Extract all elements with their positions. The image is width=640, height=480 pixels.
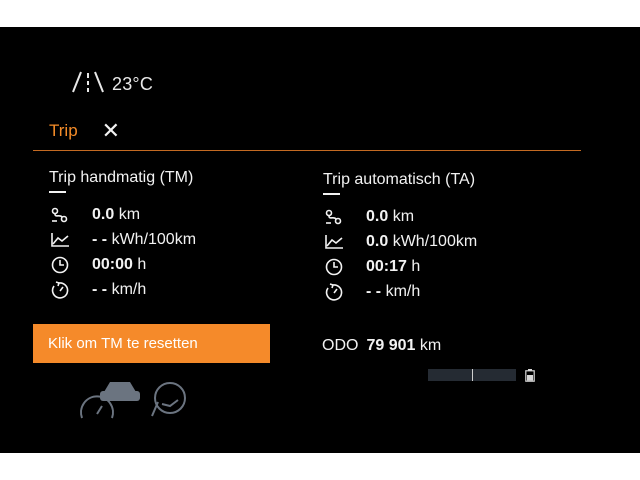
trip-auto-distance-unit: km — [392, 207, 415, 225]
odometer-unit: km — [419, 337, 442, 354]
trip-auto-consumption-unit: kWh/100km — [392, 232, 478, 250]
trip-manual-distance-row: 0.0 km — [49, 202, 196, 227]
trip-manual-time-value: 00:00 — [92, 255, 133, 273]
title-underline — [49, 191, 66, 193]
clock-icon — [49, 256, 71, 274]
distance-icon — [49, 206, 71, 224]
odometer: ODO 79 901 km — [322, 337, 441, 355]
trip-auto-speed-unit: km/h — [385, 282, 421, 300]
trip-manual-consumption-row: - - kWh/100km — [49, 227, 196, 252]
trip-manual-title: Trip handmatig (TM) — [49, 169, 194, 186]
trip-manual-consumption-unit: kWh/100km — [111, 230, 197, 248]
odometer-label: ODO — [322, 337, 359, 354]
reset-trip-manual-button[interactable]: Klik om TM te resetten — [33, 324, 270, 363]
trip-manual-distance-value: 0.0 — [92, 205, 115, 223]
consumption-graph-icon — [49, 231, 71, 249]
trip-auto-time-value: 00:17 — [366, 257, 407, 275]
trip-auto-consumption-row: 0.0 kWh/100km — [323, 229, 477, 254]
trip-auto-speed-row: - - km/h — [323, 279, 477, 304]
driver-assist-icon — [151, 382, 186, 417]
distance-icon — [323, 208, 345, 226]
odometer-value: 79 901 — [366, 337, 416, 354]
bottom-icons — [78, 376, 198, 431]
trip-manual-time-row: 00:00 h — [49, 252, 196, 277]
trip-manual-speed-value: - - — [92, 280, 108, 298]
trip-manual-time-unit: h — [137, 255, 147, 273]
trip-auto-time-unit: h — [411, 257, 421, 275]
header-divider — [33, 150, 581, 151]
clock-icon — [323, 258, 345, 276]
trip-auto-distance-value: 0.0 — [366, 207, 389, 225]
trip-auto-time-row: 00:17 h — [323, 254, 477, 279]
road-icon — [72, 70, 104, 99]
trip-auto-speed-value: - - — [366, 282, 382, 300]
status-bar: 23°C — [72, 70, 153, 99]
panel-title: Trip — [49, 121, 78, 140]
consumption-graph-icon — [323, 233, 345, 251]
trip-auto-distance-row: 0.0 km — [323, 204, 477, 229]
trip-auto-title: Trip automatisch (TA) — [323, 171, 476, 188]
power-gauge — [428, 369, 516, 381]
display-screen: 23°C Trip ✕ Trip handmatig (TM) 0.0 km -… — [0, 27, 640, 453]
battery-icon — [525, 369, 535, 387]
trip-auto-consumption-value: 0.0 — [366, 232, 389, 250]
trip-manual-distance-unit: km — [118, 205, 141, 223]
title-underline — [323, 193, 340, 195]
speedometer-icon — [323, 282, 345, 301]
trip-auto-section: Trip automatisch (TA) 0.0 km 0.0 kWh/100… — [323, 171, 477, 304]
trip-manual-speed-unit: km/h — [111, 280, 147, 298]
trip-manual-section: Trip handmatig (TM) 0.0 km - - kWh/100km… — [49, 169, 196, 302]
trip-header: Trip ✕ — [49, 120, 120, 142]
outside-temperature: 23°C — [112, 74, 154, 94]
gauge-marker — [472, 369, 473, 381]
trip-manual-consumption-value: - - — [92, 230, 108, 248]
speedometer-icon — [49, 280, 71, 299]
close-icon[interactable]: ✕ — [102, 120, 120, 142]
trip-panel: Trip ✕ Trip handmatig (TM) 0.0 km - - kW… — [33, 107, 581, 407]
trip-manual-speed-row: - - km/h — [49, 277, 196, 302]
car-icon — [100, 382, 140, 401]
